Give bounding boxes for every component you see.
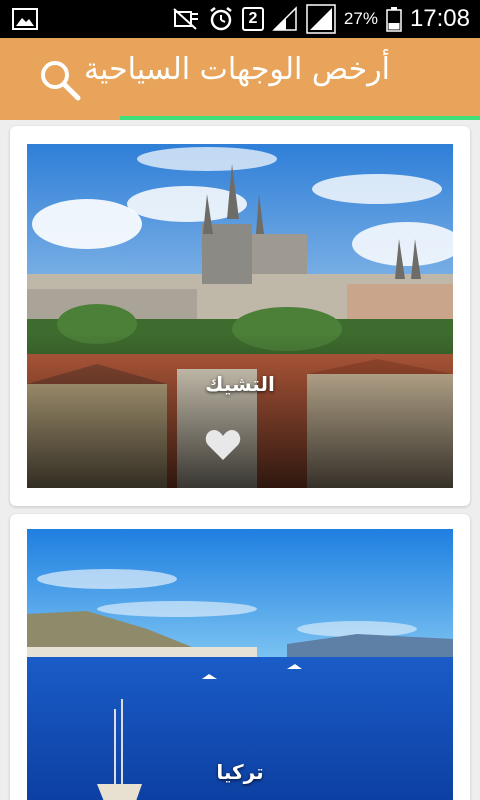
sim-slot-badge: 2 — [241, 7, 264, 31]
destination-name: تركيا — [216, 760, 264, 784]
favorite-heart-icon[interactable] — [205, 429, 241, 461]
battery-icon — [386, 7, 402, 32]
destination-card[interactable]: التشيك — [10, 126, 470, 506]
mute-icon — [173, 8, 198, 30]
clock: 17:08 — [409, 5, 470, 32]
battery-percent: 27% — [343, 9, 378, 28]
app-bar: أرخص الوجهات السياحية — [0, 38, 480, 120]
page-title: أرخص الوجهات السياحية — [83, 52, 390, 87]
destination-card[interactable]: تركيا — [10, 514, 470, 800]
destination-name: التشيك — [205, 372, 275, 396]
alarm-icon — [210, 7, 232, 31]
gallery-notification-icon — [12, 8, 38, 30]
signal-icon-1 — [272, 6, 297, 31]
status-bar: 2 27% 17:08 — [0, 0, 480, 38]
header-accent-line — [120, 116, 480, 120]
search-icon[interactable] — [38, 58, 82, 102]
signal-icon-2 — [306, 4, 336, 34]
status-icons: 2 27% 17:08 — [172, 0, 480, 38]
